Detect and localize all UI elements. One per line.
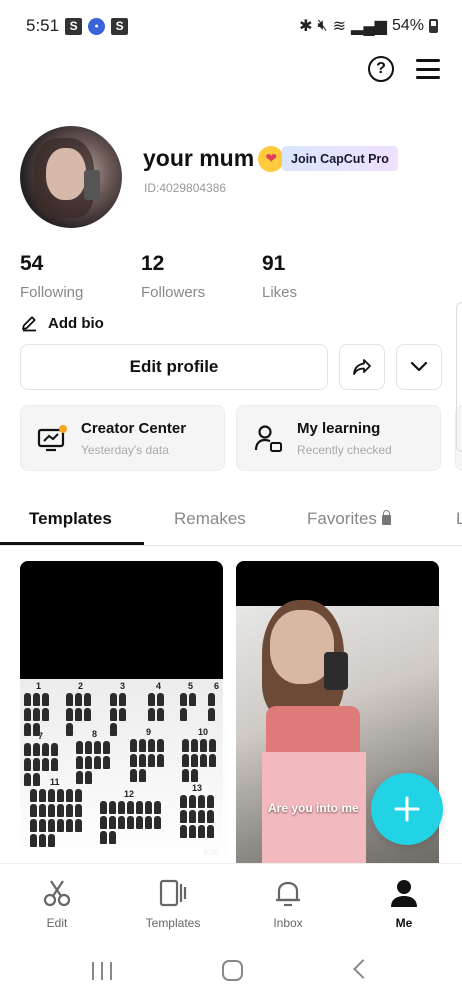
bottom-navigation: Edit Templates Inbox Me <box>0 863 462 943</box>
tab-more[interactable]: L <box>456 509 462 529</box>
scissors-icon <box>43 880 71 907</box>
creator-center-card[interactable]: Creator Center Yesterday's data <box>20 405 225 471</box>
group-number: 2 <box>78 681 84 691</box>
nav-label: Edit <box>46 916 68 930</box>
crowd-graphic: 1 2 3 4 5 6 7 8 9 10 11 12 13 <box>20 679 223 863</box>
card-title: Creator Center <box>81 419 187 437</box>
my-learning-card[interactable]: My learning Recently checked <box>236 405 441 471</box>
bell-icon <box>276 881 300 907</box>
mute-icon: 🔇︎ <box>317 17 328 34</box>
tab-remakes[interactable]: Remakes <box>174 509 246 529</box>
create-fab-button[interactable] <box>371 773 443 845</box>
share-icon <box>353 359 371 375</box>
video-duration: 9:46 <box>203 848 219 857</box>
recents-icon[interactable] <box>92 962 112 980</box>
status-badge-s1: S <box>65 17 83 35</box>
active-tab-indicator <box>0 542 144 545</box>
help-icon[interactable]: ? <box>368 56 394 82</box>
stat-likes[interactable]: 91 Likes <box>262 252 297 301</box>
status-time: 5:51 <box>26 16 60 35</box>
plus-icon <box>394 796 420 822</box>
group-number: 1 <box>36 681 42 691</box>
creator-monitor-icon <box>37 425 67 452</box>
username-text: your mum <box>143 145 255 171</box>
wifi-icon: ≋ <box>332 18 347 35</box>
template-thumbnail-1[interactable]: 1 2 3 4 5 6 7 8 9 10 11 12 13 9:46 <box>20 561 223 863</box>
nav-label: Inbox <box>273 916 303 930</box>
system-navigation <box>0 945 462 1002</box>
add-bio-button[interactable]: Add bio <box>20 314 104 332</box>
group-number: 9 <box>146 727 152 737</box>
battery-icon <box>429 19 438 33</box>
status-right: ✱ 🔇︎ ≋ ▂▄▆ 54% <box>299 16 438 36</box>
thumbnail-caption: Are you into me <box>268 801 359 815</box>
bluetooth-icon: ✱ <box>299 18 313 35</box>
back-icon[interactable] <box>353 959 373 979</box>
home-icon[interactable] <box>222 960 243 981</box>
share-profile-button[interactable] <box>339 344 385 390</box>
add-bio-label: Add bio <box>48 314 104 332</box>
username: your mum ❤ <box>143 145 285 172</box>
stat-following[interactable]: 54 Following <box>20 252 83 301</box>
status-bar: 5:51 S ● S ✱ 🔇︎ ≋ ▂▄▆ 54% <box>0 0 462 52</box>
person-icon <box>391 880 417 907</box>
nav-edit[interactable]: Edit <box>17 878 97 930</box>
app-notification-icon: ● <box>88 17 106 35</box>
more-dropdown-button[interactable] <box>396 344 442 390</box>
signal-icon: ▂▄▆ <box>351 18 387 35</box>
card-subtitle: Recently checked <box>297 442 392 457</box>
content-tabs: Templates Remakes Favorites L <box>0 496 462 546</box>
tab-templates[interactable]: Templates <box>29 509 112 529</box>
stat-value: 54 <box>20 252 44 275</box>
status-badge-s2: S <box>111 17 129 35</box>
group-number: 3 <box>120 681 126 691</box>
stat-label: Following <box>20 284 84 301</box>
status-left: 5:51 S ● S <box>26 16 129 36</box>
stat-label: Likes <box>262 284 298 301</box>
group-number: 10 <box>198 727 209 737</box>
group-number: 5 <box>188 681 194 691</box>
edge-panel-handle[interactable] <box>456 302 462 452</box>
kissing-face-icon: ❤ <box>258 145 285 172</box>
avatar[interactable] <box>20 126 122 228</box>
card-subtitle: Yesterday's data <box>81 442 169 457</box>
nav-label: Me <box>395 916 413 930</box>
nav-label: Templates <box>145 916 201 930</box>
pencil-icon <box>22 316 36 332</box>
lock-icon <box>381 510 391 525</box>
stat-value: 91 <box>262 252 286 275</box>
group-number: 12 <box>124 789 135 799</box>
stat-followers[interactable]: 12 Followers <box>141 252 205 301</box>
group-number: 13 <box>192 783 203 793</box>
chevron-down-icon <box>410 361 428 372</box>
nav-me[interactable]: Me <box>364 878 444 930</box>
templates-icon <box>159 879 187 907</box>
group-number: 6 <box>214 681 220 691</box>
join-pro-button[interactable]: Join CapCut Pro <box>282 146 398 171</box>
learning-person-icon <box>254 425 282 452</box>
nav-inbox[interactable]: Inbox <box>248 878 328 930</box>
user-id: ID:4029804386 <box>144 181 227 195</box>
group-number: 4 <box>156 681 162 691</box>
top-actions: ? <box>368 56 440 82</box>
battery-percent: 54% <box>391 17 424 34</box>
edit-profile-button[interactable]: Edit profile <box>20 344 328 390</box>
nav-templates[interactable]: Templates <box>133 878 213 930</box>
tab-label: Favorites <box>307 509 377 528</box>
stat-value: 12 <box>141 252 165 275</box>
tab-favorites[interactable]: Favorites <box>307 509 391 529</box>
card-title: My learning <box>297 419 381 437</box>
stat-label: Followers <box>141 284 206 301</box>
menu-icon[interactable] <box>416 59 440 79</box>
